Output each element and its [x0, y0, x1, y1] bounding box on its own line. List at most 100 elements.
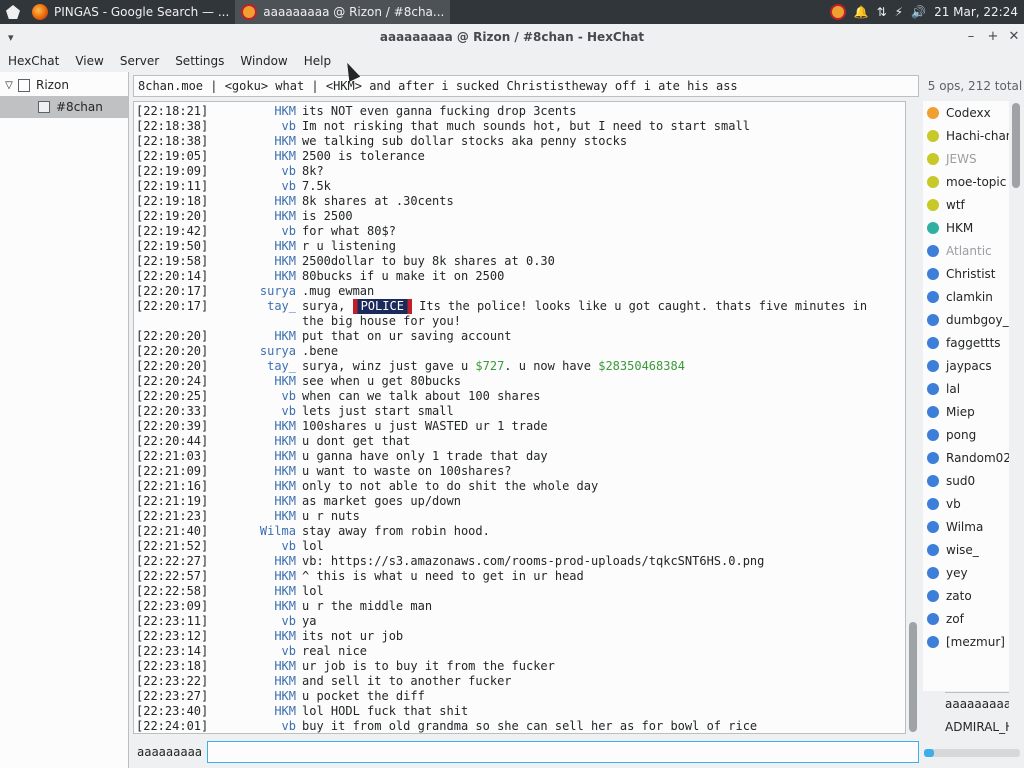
user-entry[interactable]: JEWS [923, 147, 1009, 170]
user-entry[interactable]: clamkin [923, 285, 1009, 308]
clock[interactable]: 21 Mar, 22:24 [934, 5, 1018, 19]
maximize-button[interactable]: + [984, 28, 1002, 46]
user-entry[interactable]: Atlantic [923, 239, 1009, 262]
volume-icon[interactable]: 🔊 [911, 5, 926, 19]
user-entry[interactable]: Miep [923, 400, 1009, 423]
message-nick[interactable]: HKM [206, 509, 302, 524]
message-nick[interactable]: vb [206, 119, 302, 134]
message-nick[interactable]: HKM [206, 629, 302, 644]
network-icon[interactable]: ⇅ [877, 5, 887, 19]
user-entry[interactable]: pong [923, 423, 1009, 446]
power-icon[interactable]: ⚡ [895, 5, 903, 19]
menu-help[interactable]: Help [296, 54, 339, 68]
message-nick[interactable]: HKM [206, 134, 302, 149]
user-entry[interactable]: faggettts [923, 331, 1009, 354]
user-entry[interactable]: vb [923, 492, 1009, 515]
user-entry[interactable]: sud0 [923, 469, 1009, 492]
message-nick[interactable]: HKM [206, 554, 302, 569]
message-nick[interactable]: HKM [206, 239, 302, 254]
task-hexchat[interactable]: aaaaaaaaa @ Rizon / #8cha... [235, 0, 451, 24]
menu-server[interactable]: Server [112, 54, 167, 68]
message-nick[interactable]: HKM [206, 674, 302, 689]
message-nick[interactable]: HKM [206, 104, 302, 119]
user-entry[interactable]: zof [923, 607, 1009, 630]
user-name: [mezmur] [946, 634, 1005, 649]
message-nick[interactable]: HKM [206, 569, 302, 584]
message-nick[interactable]: HKM [206, 494, 302, 509]
chat-scrollbar[interactable] [907, 101, 919, 734]
message-nick[interactable]: HKM [206, 194, 302, 209]
user-entry[interactable]: Christist [923, 262, 1009, 285]
message-nick[interactable]: HKM [206, 419, 302, 434]
user-entry[interactable]: Wilma [923, 515, 1009, 538]
menu-view[interactable]: View [67, 54, 111, 68]
user-entry[interactable]: zato [923, 584, 1009, 607]
message-nick[interactable]: HKM [206, 464, 302, 479]
hexchat-tray-icon[interactable] [829, 4, 846, 20]
message-nick[interactable]: HKM [206, 254, 302, 269]
user-entry[interactable]: wise_ [923, 538, 1009, 561]
message-nick[interactable]: vb [206, 404, 302, 419]
message-nick[interactable]: tay_ [206, 299, 302, 329]
message-nick[interactable]: HKM [206, 584, 302, 599]
user-entry[interactable]: jaypacs [923, 354, 1009, 377]
user-list-scrollbar-thumb[interactable] [1012, 103, 1020, 188]
tree-server-rizon[interactable]: ▽ Rizon [0, 74, 128, 96]
message-nick[interactable]: tay_ [206, 359, 302, 374]
menu-settings[interactable]: Settings [167, 54, 232, 68]
message-nick[interactable]: vb [206, 179, 302, 194]
menu-hexchat[interactable]: HexChat [0, 54, 67, 68]
message-nick[interactable]: HKM [206, 479, 302, 494]
message-nick[interactable]: HKM [206, 599, 302, 614]
message-nick[interactable]: surya [206, 344, 302, 359]
bell-icon[interactable]: 🔔 [854, 5, 869, 19]
message-nick[interactable]: HKM [206, 659, 302, 674]
nick-button[interactable]: aaaaaaaaa [133, 741, 205, 763]
message-nick[interactable]: Wilma [206, 524, 302, 539]
message-nick[interactable]: vb [206, 539, 302, 554]
user-entry[interactable]: Hachi-chan [923, 124, 1009, 147]
menu-window[interactable]: Window [232, 54, 295, 68]
user-entry[interactable]: [mezmur] [923, 630, 1009, 653]
expand-arrow-icon[interactable]: ▽ [0, 80, 18, 91]
message-text: surya, winz just gave u $727. u now have… [302, 359, 905, 374]
user-entry[interactable]: lal [923, 377, 1009, 400]
user-entry[interactable]: yey [923, 561, 1009, 584]
message-nick[interactable]: HKM [206, 269, 302, 284]
user-entry[interactable]: dumbgoy_ [923, 308, 1009, 331]
message-nick[interactable]: vb [206, 389, 302, 404]
task-firefox[interactable]: PINGAS - Google Search — ... [26, 0, 235, 24]
message-input[interactable] [207, 741, 919, 763]
user-entry[interactable]: wtf [923, 193, 1009, 216]
user-list[interactable]: Codexx Hachi-chan JEWS moe-topic wtf HKM Atlan… [923, 101, 1009, 691]
message-nick[interactable]: vb [206, 719, 302, 733]
message-nick[interactable]: vb [206, 644, 302, 659]
close-button[interactable]: ✕ [1005, 28, 1023, 46]
message-nick[interactable]: HKM [206, 449, 302, 464]
minimize-button[interactable]: – [962, 28, 980, 46]
message-nick[interactable]: HKM [206, 689, 302, 704]
message-nick[interactable]: HKM [206, 329, 302, 344]
message-nick[interactable]: HKM [206, 149, 302, 164]
message-nick[interactable]: vb [206, 614, 302, 629]
message-nick[interactable]: HKM [206, 434, 302, 449]
application-menu-button[interactable] [0, 0, 26, 24]
message-nick[interactable]: surya [206, 284, 302, 299]
user-entry[interactable]: Random024 [923, 446, 1009, 469]
message-nick[interactable]: HKM [206, 209, 302, 224]
user-list-scrollbar[interactable] [1010, 101, 1022, 691]
message-nick[interactable]: vb [206, 224, 302, 239]
chat-log[interactable]: [22:18:21] HKM its NOT even ganna fucking … [133, 101, 906, 734]
topic-field[interactable]: 8chan.moe | <goku> what | <HKM> and afte… [133, 75, 919, 97]
tree-channel-8chan[interactable]: #8chan [0, 96, 128, 118]
window-titlebar[interactable]: ▾ aaaaaaaaa @ Rizon / #8chan - HexChat [0, 24, 1024, 50]
user-entry[interactable]: moe-topic [923, 170, 1009, 193]
user-entry[interactable]: HKM [923, 216, 1009, 239]
chat-scrollbar-thumb[interactable] [909, 622, 917, 732]
user-entry[interactable]: ADMIRAL_H [945, 716, 1009, 739]
user-entry[interactable]: aaaaaaaaa [945, 693, 1009, 716]
user-entry[interactable]: Codexx [923, 101, 1009, 124]
message-nick[interactable]: HKM [206, 704, 302, 719]
message-nick[interactable]: vb [206, 164, 302, 179]
message-nick[interactable]: HKM [206, 374, 302, 389]
